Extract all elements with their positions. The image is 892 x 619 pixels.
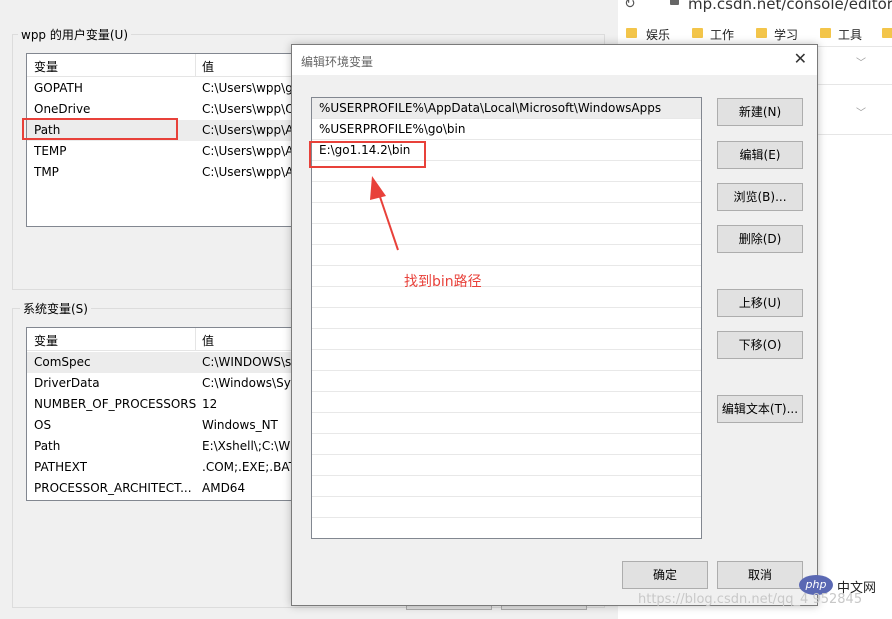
user-vars-title: wpp 的用户变量(U) — [18, 26, 132, 43]
bookmark-3[interactable]: 学习 — [774, 26, 798, 43]
var-name: Path — [34, 439, 61, 453]
empty-row[interactable] — [312, 182, 701, 203]
var-name: DriverData — [34, 376, 100, 390]
empty-row[interactable] — [312, 392, 701, 413]
bookmarks-bar: 娱乐 工作 学习 工具 — [618, 20, 892, 47]
folder-icon — [692, 28, 703, 38]
var-value: C:\Users\wpp\g — [202, 81, 293, 95]
empty-row[interactable] — [312, 245, 701, 266]
var-value: 12 — [202, 397, 218, 411]
var-name: NUMBER_OF_PROCESSORS — [34, 397, 197, 411]
var-name: OS — [34, 418, 52, 432]
var-value: C:\Users\wpp\A — [202, 165, 294, 179]
move-down-button[interactable]: 下移(O) — [717, 331, 803, 359]
folder-icon — [882, 28, 892, 38]
table-row[interactable]: TEMP C:\Users\wpp\A — [27, 141, 315, 162]
col-variable[interactable]: 变量 — [34, 332, 58, 349]
system-vars-list[interactable]: 变量 值 ComSpec C:\WINDOWS\s DriverData C:\… — [26, 327, 316, 501]
highlight-go-bin-path — [309, 141, 426, 168]
var-value: C:\Users\wpp\A — [202, 144, 294, 158]
table-row[interactable]: PROCESSOR_ARCHITECT... AMD64 — [27, 478, 315, 499]
var-value: C:\Users\wpp\A — [202, 123, 294, 137]
lock-icon[interactable] — [670, 0, 679, 5]
var-name: TEMP — [34, 144, 67, 158]
var-name: ComSpec — [34, 355, 91, 369]
delete-button[interactable]: 删除(D) — [717, 225, 803, 253]
empty-row[interactable] — [312, 329, 701, 350]
user-vars-list[interactable]: 变量 值 GOPATH C:\Users\wpp\g OneDrive C:\U… — [26, 53, 316, 227]
empty-row[interactable] — [312, 413, 701, 434]
var-value: C:\WINDOWS\s — [202, 355, 292, 369]
var-name: TMP — [34, 165, 59, 179]
new-button[interactable]: 新建(N) — [717, 98, 803, 126]
path-item[interactable]: %USERPROFILE%\AppData\Local\Microsoft\Wi… — [312, 98, 701, 119]
empty-row[interactable] — [312, 350, 701, 371]
empty-row[interactable] — [312, 497, 701, 518]
var-value: C:\Windows\Sys — [202, 376, 298, 390]
folder-icon — [756, 28, 767, 38]
var-value: .COM;.EXE;.BAT — [202, 460, 296, 474]
url-text[interactable]: mp.csdn.net/console/editor/ht — [688, 0, 892, 13]
edit-text-button[interactable]: 编辑文本(T)... — [717, 395, 803, 423]
dialog-titlebar[interactable]: 编辑环境变量 ✕ — [292, 45, 817, 75]
path-item[interactable]: %USERPROFILE%\go\bin — [312, 119, 701, 140]
col-value[interactable]: 值 — [202, 332, 214, 349]
var-name: GOPATH — [34, 81, 83, 95]
col-value[interactable]: 值 — [202, 58, 214, 75]
empty-row[interactable] — [312, 371, 701, 392]
var-name: OneDrive — [34, 102, 91, 116]
var-value: E:\Xshell\;C:\WI — [202, 439, 294, 453]
empty-row[interactable] — [312, 266, 701, 287]
var-name: PROCESSOR_ARCHITECT... — [34, 481, 192, 495]
address-bar[interactable]: ↻ mp.csdn.net/console/editor/ht — [618, 0, 892, 20]
bookmark-1[interactable]: 娱乐 — [646, 26, 670, 43]
var-name: PATHEXT — [34, 460, 88, 474]
system-vars-header: 变量 值 — [27, 328, 315, 351]
empty-row[interactable] — [312, 455, 701, 476]
ok-button[interactable]: 确定 — [622, 561, 708, 589]
empty-row[interactable] — [312, 203, 701, 224]
col-variable[interactable]: 变量 — [34, 58, 58, 75]
empty-row[interactable] — [312, 434, 701, 455]
table-row[interactable]: GOPATH C:\Users\wpp\g — [27, 78, 315, 99]
annotation-text: 找到bin路径 — [404, 274, 482, 290]
chevron-down-icon[interactable]: ﹀ — [856, 54, 866, 69]
system-vars-title: 系统变量(S) — [20, 300, 91, 317]
empty-row[interactable] — [312, 287, 701, 308]
table-row[interactable]: Path E:\Xshell\;C:\WI — [27, 436, 315, 457]
table-row[interactable]: DriverData C:\Windows\Sys — [27, 373, 315, 394]
bookmark-2[interactable]: 工作 — [710, 26, 734, 43]
reload-icon[interactable]: ↻ — [624, 0, 636, 12]
table-row[interactable]: OS Windows_NT — [27, 415, 315, 436]
table-row[interactable]: NUMBER_OF_PROCESSORS 12 — [27, 394, 315, 415]
path-text: %USERPROFILE%\AppData\Local\Microsoft\Wi… — [319, 101, 662, 115]
table-row[interactable]: OneDrive C:\Users\wpp\O — [27, 99, 315, 120]
cancel-button[interactable]: 取消 — [717, 561, 803, 589]
table-row[interactable]: TMP C:\Users\wpp\A — [27, 162, 315, 183]
close-icon[interactable]: ✕ — [794, 49, 807, 68]
path-text: %USERPROFILE%\go\bin — [319, 122, 466, 136]
highlight-user-path — [22, 118, 178, 140]
table-row[interactable]: PATHEXT .COM;.EXE;.BAT — [27, 457, 315, 478]
table-row[interactable]: ComSpec C:\WINDOWS\s — [27, 352, 315, 373]
edit-button[interactable]: 编辑(E) — [717, 141, 803, 169]
watermark-url: https://blog.csdn.net/qq_4 952845 — [638, 592, 863, 607]
move-up-button[interactable]: 上移(U) — [717, 289, 803, 317]
folder-icon — [820, 28, 831, 38]
var-value: C:\Users\wpp\O — [202, 102, 295, 116]
chevron-down-icon[interactable]: ﹀ — [856, 104, 866, 119]
var-value: AMD64 — [202, 481, 246, 495]
browse-button[interactable]: 浏览(B)... — [717, 183, 803, 211]
folder-icon — [626, 28, 637, 38]
dialog-title: 编辑环境变量 — [301, 55, 374, 69]
empty-row[interactable] — [312, 308, 701, 329]
edit-env-var-dialog: 编辑环境变量 ✕ %USERPROFILE%\AppData\Local\Mic… — [291, 44, 818, 606]
bookmark-4[interactable]: 工具 — [838, 26, 862, 43]
empty-row[interactable] — [312, 224, 701, 245]
empty-row[interactable] — [312, 476, 701, 497]
var-value: Windows_NT — [202, 418, 278, 432]
user-vars-header: 变量 值 — [27, 54, 315, 77]
